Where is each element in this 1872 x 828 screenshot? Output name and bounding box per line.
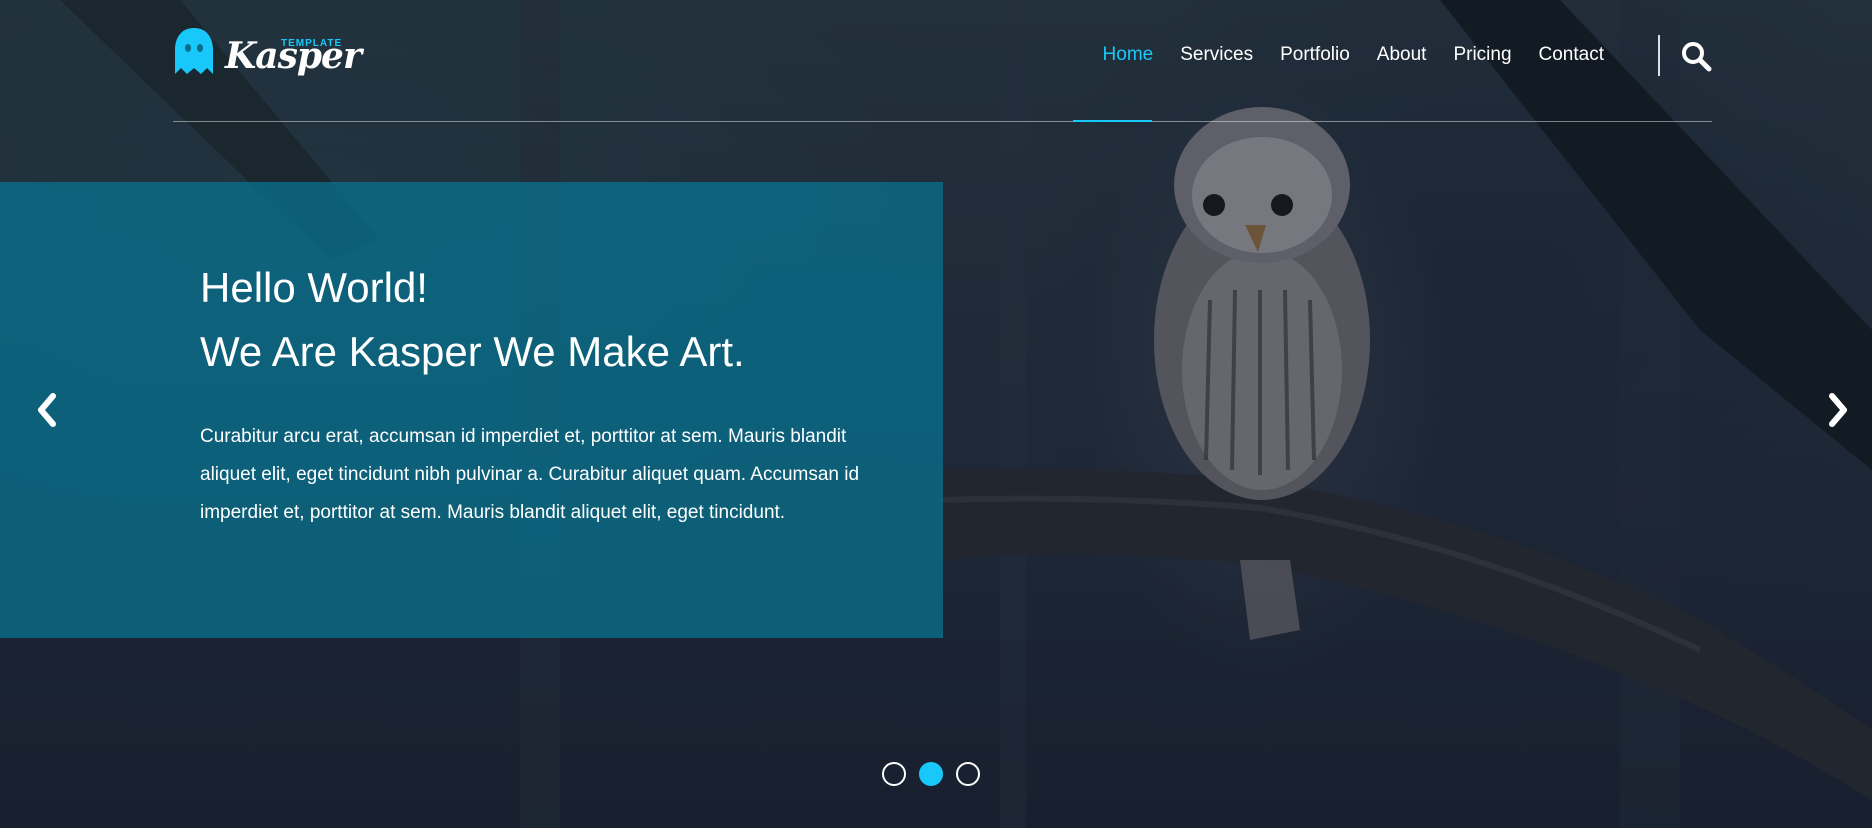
nav-item-pricing[interactable]: Pricing [1453, 40, 1511, 70]
slider-dot-1[interactable] [882, 762, 906, 786]
hero-content-panel: Hello World! We Are Kasper We Make Art. … [0, 182, 943, 638]
hero-section: Kasper TEMPLATE Home Services Portfolio … [0, 0, 1872, 828]
nav-item-services[interactable]: Services [1180, 40, 1253, 70]
search-icon [1682, 42, 1712, 72]
slider-next-button[interactable] [1822, 390, 1852, 430]
nav-item-home[interactable]: Home [1103, 40, 1154, 70]
main-nav: Home Services Portfolio About Pricing Co… [1076, 40, 1604, 70]
nav-item-portfolio[interactable]: Portfolio [1280, 40, 1350, 70]
nav-active-indicator [1073, 120, 1152, 122]
hero-title: Hello World! We Are Kasper We Make Art. [200, 256, 745, 384]
slider-dot-2[interactable] [919, 762, 943, 786]
slider-dot-3[interactable] [956, 762, 980, 786]
hero-description: Curabitur arcu erat, accumsan id imperdi… [200, 426, 860, 523]
brand-logo[interactable]: Kasper TEMPLATE [173, 24, 362, 84]
search-button[interactable] [1680, 40, 1712, 72]
brand-tagline: TEMPLATE [281, 38, 343, 49]
ghost-icon [175, 28, 213, 74]
slider-prev-button[interactable] [33, 390, 63, 430]
site-header: Kasper TEMPLATE Home Services Portfolio … [173, 0, 1712, 122]
header-divider [1658, 35, 1660, 76]
nav-item-about[interactable]: About [1377, 40, 1427, 70]
chevron-left-icon [38, 393, 56, 427]
hero-title-line-1: Hello World! [200, 264, 428, 311]
nav-item-contact[interactable]: Contact [1539, 40, 1604, 70]
slider-pagination [882, 762, 980, 786]
chevron-right-icon [1829, 393, 1847, 427]
hero-title-line-2: We Are Kasper We Make Art. [200, 328, 745, 375]
